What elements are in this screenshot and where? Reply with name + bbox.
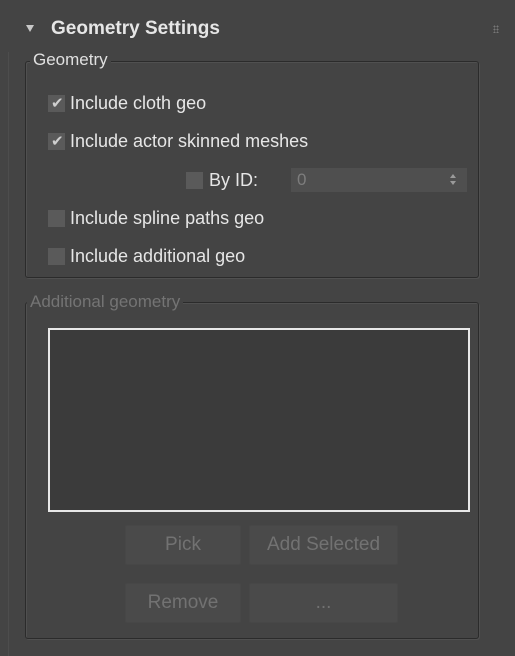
include-skinned-label[interactable]: Include actor skinned meshes	[70, 131, 308, 152]
drag-grip-icon[interactable]	[493, 25, 499, 33]
include-spline-row[interactable]: Include spline paths geo	[48, 206, 264, 230]
include-additional-checkbox[interactable]	[48, 247, 65, 265]
additional-geometry-list[interactable]	[48, 328, 470, 512]
spinner-arrows-icon[interactable]	[450, 174, 456, 186]
by-id-value[interactable]: 0	[297, 170, 306, 190]
include-skinned-row[interactable]: ✔ Include actor skinned meshes	[48, 129, 308, 153]
by-id-spinner[interactable]: 0	[291, 168, 467, 192]
by-id-row[interactable]: By ID:	[186, 168, 258, 192]
rollout-header[interactable]: Geometry Settings	[8, 8, 507, 52]
rollout-title: Geometry Settings	[51, 18, 220, 39]
collapse-triangle-icon[interactable]	[26, 25, 34, 32]
include-cloth-label[interactable]: Include cloth geo	[70, 93, 206, 114]
by-id-checkbox[interactable]	[186, 171, 203, 189]
spin-down-icon[interactable]	[450, 181, 456, 185]
spin-up-icon[interactable]	[450, 174, 456, 178]
include-cloth-row[interactable]: ✔ Include cloth geo	[48, 91, 206, 115]
pick-button[interactable]: Pick	[125, 525, 241, 565]
checkmark-icon: ✔	[51, 94, 64, 112]
geometry-group-legend: Geometry	[30, 50, 111, 70]
include-additional-label[interactable]: Include additional geo	[70, 246, 245, 267]
checkmark-icon: ✔	[51, 132, 64, 150]
include-spline-label[interactable]: Include spline paths geo	[70, 208, 264, 229]
include-cloth-checkbox[interactable]: ✔	[48, 94, 65, 112]
more-options-button[interactable]: ...	[249, 583, 398, 623]
include-skinned-checkbox[interactable]: ✔	[48, 132, 65, 150]
remove-button[interactable]: Remove	[125, 583, 241, 623]
include-additional-row[interactable]: Include additional geo	[48, 244, 245, 268]
additional-geometry-legend: Additional geometry	[27, 292, 184, 312]
include-spline-checkbox[interactable]	[48, 209, 65, 227]
add-selected-button[interactable]: Add Selected	[249, 525, 398, 565]
by-id-label[interactable]: By ID:	[209, 170, 258, 191]
